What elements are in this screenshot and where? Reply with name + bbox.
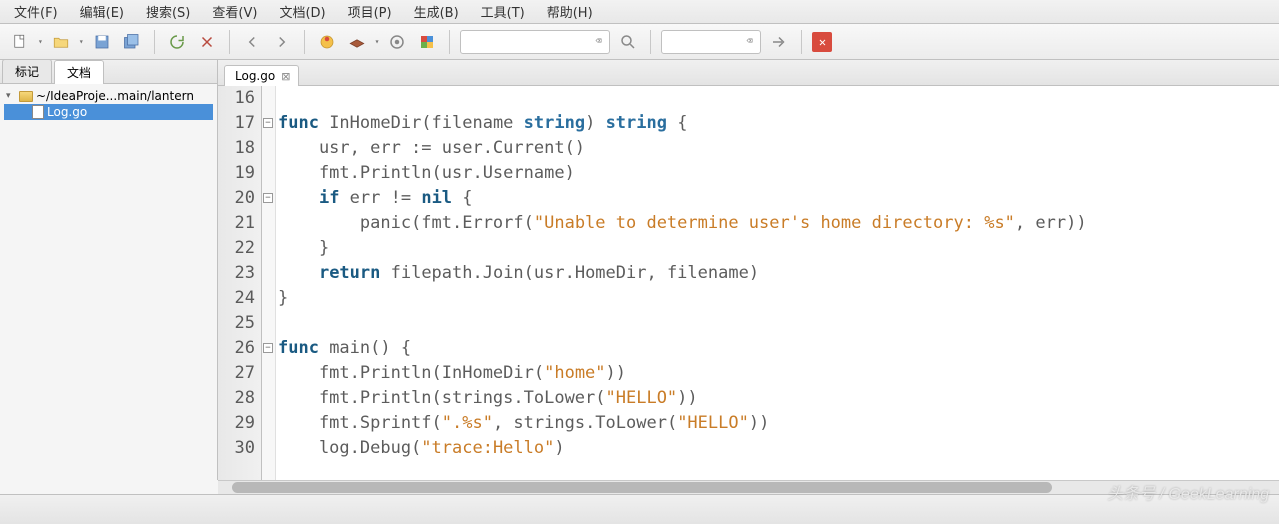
- code-editor[interactable]: 161718192021222324252627282930 − − − fun…: [218, 86, 1279, 480]
- tree-folder[interactable]: ▾ ~/IdeaProje...main/lantern: [4, 88, 213, 104]
- goto-button[interactable]: [767, 30, 791, 54]
- editor-tabs: Log.go ⊠: [218, 60, 1279, 86]
- fold-marker-icon[interactable]: −: [263, 193, 273, 203]
- close-tab-icon[interactable]: ⊠: [281, 70, 290, 83]
- editor-tab-label: Log.go: [235, 69, 275, 83]
- scrollbar-thumb[interactable]: [232, 482, 1052, 493]
- forward-button[interactable]: [270, 30, 294, 54]
- fold-column: − − −: [262, 86, 276, 480]
- quit-button[interactable]: ✕: [812, 32, 832, 52]
- menu-project[interactable]: 项目(P): [340, 0, 400, 23]
- clear-goto-icon[interactable]: ⌫: [741, 34, 757, 50]
- sidebar-tabs: 标记 文档: [0, 60, 217, 84]
- menu-file[interactable]: 文件(F): [6, 0, 66, 23]
- tree-folder-label: ~/IdeaProje...main/lantern: [36, 89, 194, 103]
- menu-search[interactable]: 搜索(S): [138, 0, 198, 23]
- tree-file[interactable]: Log.go: [4, 104, 213, 120]
- save-button[interactable]: [90, 30, 114, 54]
- menubar: 文件(F) 编辑(E) 搜索(S) 查看(V) 文档(D) 项目(P) 生成(B…: [0, 0, 1279, 24]
- open-file-button[interactable]: [49, 30, 73, 54]
- file-icon: [32, 105, 44, 119]
- statusbar: [0, 494, 1279, 524]
- editor-tab[interactable]: Log.go ⊠: [224, 65, 299, 86]
- folder-icon: [19, 91, 33, 102]
- tab-documents[interactable]: 文档: [54, 60, 104, 84]
- menu-help[interactable]: 帮助(H): [539, 0, 601, 23]
- menu-view[interactable]: 查看(V): [204, 0, 265, 23]
- back-button[interactable]: [240, 30, 264, 54]
- close-file-button[interactable]: [195, 30, 219, 54]
- save-all-button[interactable]: [120, 30, 144, 54]
- menu-document[interactable]: 文档(D): [271, 0, 333, 23]
- new-file-button[interactable]: [8, 30, 32, 54]
- dropdown-caret-icon[interactable]: ▾: [79, 37, 84, 46]
- search-button[interactable]: [616, 30, 640, 54]
- fold-marker-icon[interactable]: −: [263, 343, 273, 353]
- watermark-text: 头条号 / GeekLearning: [1107, 480, 1269, 504]
- dropdown-caret-icon[interactable]: ▾: [375, 37, 380, 46]
- build-button[interactable]: [345, 30, 369, 54]
- menu-build[interactable]: 生成(B): [406, 0, 467, 23]
- search-input[interactable]: [460, 30, 610, 54]
- fold-marker-icon[interactable]: −: [263, 118, 273, 128]
- expand-caret-icon[interactable]: ▾: [6, 91, 16, 101]
- tree-file-label: Log.go: [47, 105, 87, 119]
- run-button[interactable]: [385, 30, 409, 54]
- line-gutter: 161718192021222324252627282930: [218, 86, 262, 480]
- menu-edit[interactable]: 编辑(E): [72, 0, 132, 23]
- code-content[interactable]: func InHomeDir(filename string) string {…: [276, 86, 1279, 480]
- main-area: 标记 文档 ▾ ~/IdeaProje...main/lantern Log.g…: [0, 60, 1279, 480]
- dropdown-caret-icon[interactable]: ▾: [38, 37, 43, 46]
- editor-area: Log.go ⊠ 161718192021222324252627282930 …: [218, 60, 1279, 480]
- toolbar: ▾ ▾ ▾ ⌫ ⌫ ✕: [0, 24, 1279, 60]
- tab-marks[interactable]: 标记: [2, 59, 52, 83]
- sidebar: 标记 文档 ▾ ~/IdeaProje...main/lantern Log.g…: [0, 60, 218, 480]
- color-picker-button[interactable]: [415, 30, 439, 54]
- file-tree: ▾ ~/IdeaProje...main/lantern Log.go: [0, 84, 217, 124]
- menu-tools[interactable]: 工具(T): [473, 0, 533, 23]
- reload-button[interactable]: [165, 30, 189, 54]
- compile-button[interactable]: [315, 30, 339, 54]
- clear-search-icon[interactable]: ⌫: [590, 34, 606, 50]
